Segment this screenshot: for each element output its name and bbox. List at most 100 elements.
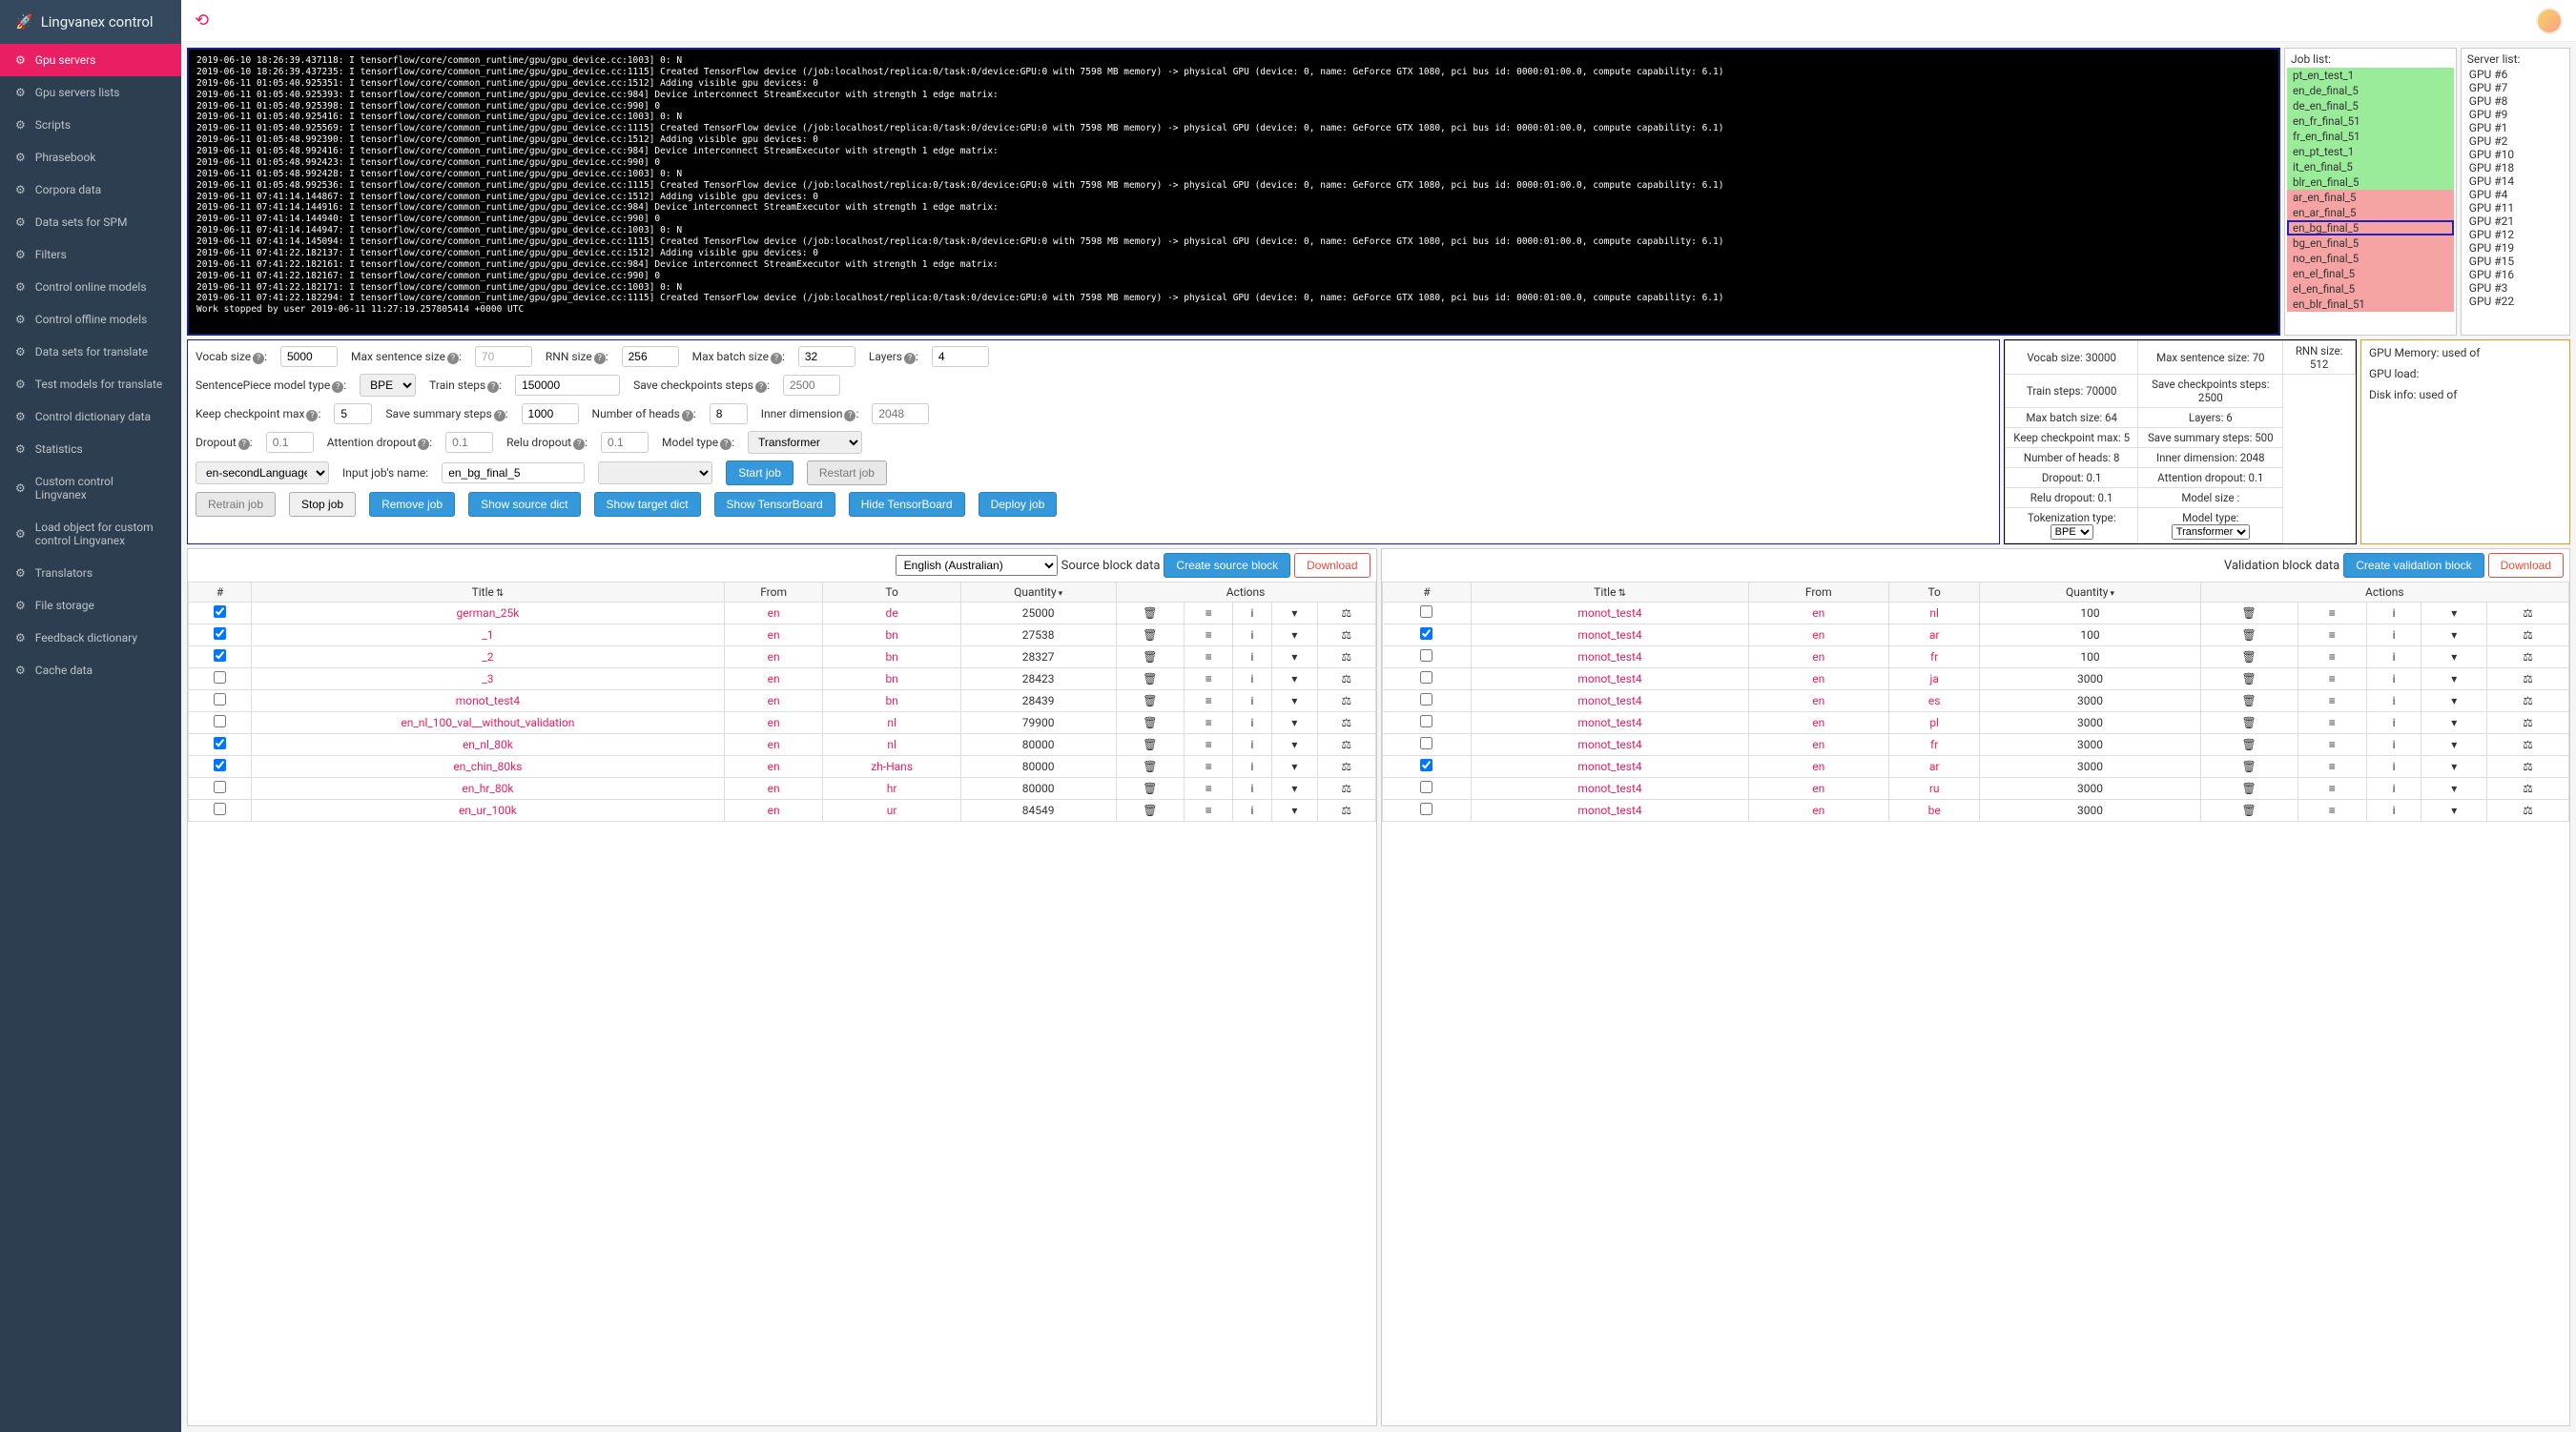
- relu-dropout-input[interactable]: [601, 432, 649, 453]
- show-source-button[interactable]: Show source dict: [468, 492, 580, 517]
- help-icon[interactable]: ?: [771, 353, 782, 364]
- info-icon[interactable]: i: [2393, 738, 2396, 751]
- show-tb-button[interactable]: Show TensorBoard: [714, 492, 835, 517]
- restart-job-button[interactable]: Restart job: [807, 460, 887, 485]
- job-item[interactable]: en_el_final_5: [2287, 266, 2454, 281]
- server-item[interactable]: GPU #15: [2463, 255, 2567, 268]
- sidebar-item[interactable]: ⚙Scripts: [0, 109, 181, 141]
- info-icon[interactable]: i: [2393, 650, 2396, 664]
- create-source-button[interactable]: Create source block: [1164, 553, 1290, 578]
- row-checkbox[interactable]: [1420, 737, 1432, 749]
- sidebar-item[interactable]: ⚙Gpu servers lists: [0, 76, 181, 109]
- server-item[interactable]: GPU #3: [2463, 281, 2567, 295]
- help-icon[interactable]: ?: [238, 439, 250, 450]
- list-icon[interactable]: ≡: [2329, 804, 2336, 817]
- job-item[interactable]: en_ar_final_5: [2287, 205, 2454, 220]
- lang-pair-select[interactable]: en-secondLanguage: [196, 461, 329, 484]
- row-title-link[interactable]: monot_test4: [1577, 738, 1641, 751]
- trash-icon[interactable]: 🗑: [2241, 782, 2256, 795]
- vocab-size-input[interactable]: [280, 346, 338, 367]
- list-icon[interactable]: ≡: [2329, 694, 2336, 707]
- row-checkbox[interactable]: [1420, 715, 1432, 727]
- row-checkbox[interactable]: [214, 759, 226, 771]
- list-icon[interactable]: ≡: [2329, 738, 2336, 751]
- balance-icon[interactable]: ⚖: [1341, 694, 1351, 707]
- info-icon[interactable]: i: [1250, 760, 1253, 773]
- balance-icon[interactable]: ⚖: [2523, 738, 2533, 751]
- layers-input[interactable]: [932, 346, 989, 367]
- help-icon[interactable]: ?: [253, 353, 264, 364]
- filter-icon[interactable]: ▾: [1291, 738, 1297, 751]
- sidebar-item[interactable]: ⚙Control dictionary data: [0, 400, 181, 433]
- server-item[interactable]: GPU #14: [2463, 174, 2567, 188]
- info-icon[interactable]: i: [1250, 804, 1253, 817]
- server-item[interactable]: GPU #8: [2463, 94, 2567, 108]
- create-validation-button[interactable]: Create validation block: [2343, 553, 2483, 578]
- filter-icon[interactable]: ▾: [1291, 694, 1297, 707]
- row-checkbox[interactable]: [214, 627, 226, 640]
- extra-select[interactable]: [598, 461, 712, 484]
- list-icon[interactable]: ≡: [2329, 672, 2336, 685]
- row-checkbox[interactable]: [1420, 627, 1432, 640]
- info-icon[interactable]: i: [1250, 694, 1253, 707]
- row-checkbox[interactable]: [214, 671, 226, 684]
- balance-icon[interactable]: ⚖: [1341, 716, 1351, 729]
- help-icon[interactable]: ?: [447, 353, 459, 364]
- row-title-link[interactable]: monot_test4: [1577, 650, 1641, 664]
- info-icon[interactable]: i: [1250, 738, 1253, 751]
- balance-icon[interactable]: ⚖: [2523, 716, 2533, 729]
- start-job-button[interactable]: Start job: [726, 460, 793, 485]
- list-icon[interactable]: ≡: [2329, 628, 2336, 642]
- server-item[interactable]: GPU #1: [2463, 121, 2567, 134]
- balance-icon[interactable]: ⚖: [1341, 650, 1351, 664]
- back-button[interactable]: ⟲: [195, 10, 209, 31]
- col-qty[interactable]: Quantity: [960, 583, 1116, 603]
- row-title-link[interactable]: en_ur_100k: [459, 804, 517, 817]
- model-type-select-r[interactable]: Transformer: [2172, 524, 2250, 540]
- tokenization-select[interactable]: BPE: [2050, 524, 2093, 540]
- job-item[interactable]: en_pt_test_1: [2287, 144, 2454, 159]
- deploy-job-button[interactable]: Deploy job: [979, 492, 1058, 517]
- list-icon[interactable]: ≡: [1206, 716, 1212, 729]
- row-title-link[interactable]: en_nl_100_val__without_validation: [401, 716, 574, 729]
- filter-icon[interactable]: ▾: [2451, 694, 2457, 707]
- row-title-link[interactable]: en_chin_80ks: [453, 760, 522, 773]
- trash-icon[interactable]: 🗑: [2241, 628, 2256, 642]
- sidebar-item[interactable]: ⚙Statistics: [0, 433, 181, 465]
- info-icon[interactable]: i: [1250, 672, 1253, 685]
- train-steps-input[interactable]: [515, 375, 620, 396]
- info-icon[interactable]: i: [1250, 606, 1253, 620]
- trash-icon[interactable]: 🗑: [1143, 760, 1157, 773]
- filter-icon[interactable]: ▾: [1291, 606, 1297, 620]
- list-icon[interactable]: ≡: [1206, 628, 1212, 642]
- trash-icon[interactable]: 🗑: [2241, 760, 2256, 773]
- filter-icon[interactable]: ▾: [2451, 650, 2457, 664]
- job-item[interactable]: it_en_final_5: [2287, 159, 2454, 174]
- balance-icon[interactable]: ⚖: [1341, 738, 1351, 751]
- show-target-button[interactable]: Show target dict: [594, 492, 701, 517]
- job-item[interactable]: fr_en_final_51: [2287, 129, 2454, 144]
- trash-icon[interactable]: 🗑: [2241, 716, 2256, 729]
- trash-icon[interactable]: 🗑: [1143, 606, 1157, 620]
- trash-icon[interactable]: 🗑: [2241, 650, 2256, 664]
- job-item[interactable]: en_fr_final_51: [2287, 113, 2454, 129]
- sidebar-item[interactable]: ⚙Custom control Lingvanex: [0, 465, 181, 511]
- server-item[interactable]: GPU #18: [2463, 161, 2567, 174]
- max-batch-input[interactable]: [798, 346, 855, 367]
- server-item[interactable]: GPU #19: [2463, 241, 2567, 255]
- attn-dropout-input[interactable]: [445, 432, 493, 453]
- help-icon[interactable]: ?: [306, 410, 318, 421]
- filter-icon[interactable]: ▾: [2451, 606, 2457, 620]
- sidebar-item[interactable]: ⚙Phrasebook: [0, 141, 181, 174]
- row-checkbox[interactable]: [214, 715, 226, 727]
- rnn-size-input[interactable]: [622, 346, 679, 367]
- filter-icon[interactable]: ▾: [1291, 804, 1297, 817]
- model-type-select[interactable]: Transformer: [748, 431, 862, 454]
- row-checkbox[interactable]: [214, 803, 226, 815]
- row-title-link[interactable]: _3: [482, 672, 493, 685]
- job-item[interactable]: no_en_final_5: [2287, 251, 2454, 266]
- list-icon[interactable]: ≡: [2329, 716, 2336, 729]
- list-icon[interactable]: ≡: [1206, 738, 1212, 751]
- balance-icon[interactable]: ⚖: [2523, 694, 2533, 707]
- filter-icon[interactable]: ▾: [2451, 782, 2457, 795]
